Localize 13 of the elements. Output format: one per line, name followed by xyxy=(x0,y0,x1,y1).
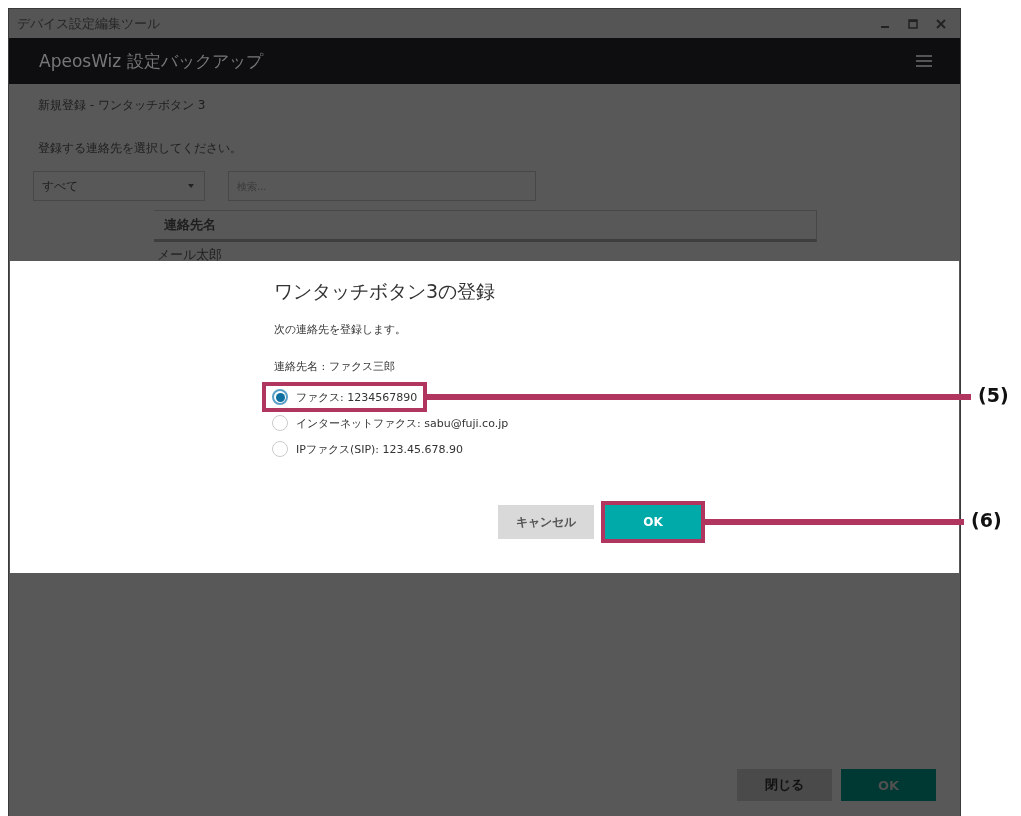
option-label: ファクス: 1234567890 xyxy=(296,389,418,405)
dialog-message: 次の連絡先を登録します。 xyxy=(274,322,407,337)
contact-name: 連絡先名 : ファクス三郎 xyxy=(274,359,396,374)
ok-button[interactable]: OK xyxy=(605,505,701,539)
cancel-button[interactable]: キャンセル xyxy=(498,505,594,539)
ok-button[interactable]: OK xyxy=(841,769,936,801)
close-button[interactable]: 閉じる xyxy=(737,769,832,801)
callout-label: (5) xyxy=(978,384,1009,406)
column-header[interactable]: 連絡先名 xyxy=(164,216,216,234)
app-title: ApeosWiz 設定バックアップ xyxy=(39,49,263,73)
callout-label: (6) xyxy=(971,509,1002,531)
radio-option[interactable]: ファクス: 1234567890 xyxy=(272,389,418,405)
dialog-title: ワンタッチボタン3の登録 xyxy=(274,279,497,304)
